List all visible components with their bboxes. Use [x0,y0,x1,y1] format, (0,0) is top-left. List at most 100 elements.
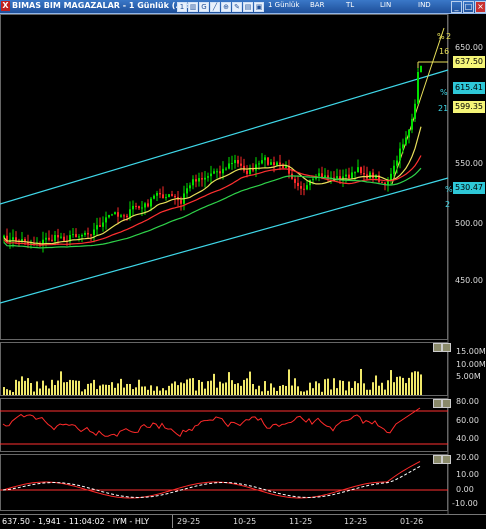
macd-pane-button-1[interactable] [433,455,442,464]
candle-body [354,172,356,174]
volume-bar [162,388,164,395]
candle-body [321,173,323,178]
chart-type-icon[interactable]: ▥ [188,2,198,12]
macd-tick-10: 10.00 [456,470,479,479]
ind-toggle[interactable]: IND [418,1,431,9]
pct-top-value: 2 [446,32,452,41]
candle-body [408,129,410,138]
volume-bar [285,385,287,395]
volume-bar [216,387,218,395]
volume-bar [252,384,254,395]
candle-body [105,217,107,223]
volume-bar [129,384,131,395]
candle-body [306,185,308,190]
mark-low-2: 2 [445,200,451,209]
candle-body [396,160,398,166]
candle-body [228,163,230,169]
volume-bar [39,388,41,395]
macd-pane-button-2[interactable] [442,455,451,464]
maximize-button[interactable]: □ [463,1,474,13]
candle-body [273,162,275,166]
volume-bar [417,371,419,395]
candle-body [129,209,131,218]
volume-bar [30,383,32,395]
volume-bar [270,383,272,395]
volume-bar [63,382,65,395]
save-icon[interactable]: ▣ [254,2,264,12]
volume-bar [315,381,317,395]
volume-bar [75,380,77,395]
volume-bar [327,378,329,395]
volume-pane-button-1[interactable] [433,343,442,352]
volume-bar [234,384,236,395]
candle-body [264,157,266,161]
candle-body [12,237,14,240]
candle-body [219,171,221,174]
volume-bar [243,379,245,395]
volume-bar [273,387,275,395]
volume-bar [60,371,62,395]
volume-bar [213,373,215,395]
close-button[interactable]: × [475,1,486,13]
volume-bar [291,385,293,395]
rsi-pane-button-2[interactable] [442,399,451,408]
volume-bar [366,389,368,395]
pct-mark-low: % [445,185,453,194]
chart-canvas[interactable] [0,14,486,514]
period-selector[interactable]: 1 Günlük [268,1,299,9]
candle-body [93,229,95,235]
volume-bar [312,388,314,395]
candle-body [75,234,77,238]
candle-body [156,193,158,196]
candle-body [153,195,155,199]
volume-bar [66,382,68,395]
period-icon[interactable]: 1 [177,2,187,12]
lin-toggle[interactable]: LIN [380,1,391,9]
volume-pane-button-2[interactable] [442,343,451,352]
channel-price-label: 615.41 [453,82,485,94]
volume-bar [345,390,347,395]
volume-bar [114,387,116,395]
volume-bar [108,385,110,395]
minimize-button[interactable]: _ [451,1,462,13]
candle-body [279,162,281,165]
candle-body [207,176,209,178]
candle-body [168,194,170,198]
candle-body [132,205,134,210]
bar-toggle[interactable]: BAR [310,1,324,9]
tool-icon[interactable]: G [199,2,209,12]
candle-body [258,163,260,165]
candle-body [357,167,359,173]
settings-icon[interactable]: ✎ [232,2,242,12]
candle-body [402,144,404,149]
volume-bar [324,379,326,395]
candle-body [165,197,167,199]
rsi-pane-button-1[interactable] [433,399,442,408]
ma-price-label: 530.47 [453,182,485,194]
candle-body [48,237,50,240]
volume-bar [84,389,86,395]
status-bar: 637.50 - 1,941 - 11:04:02 - IYM - HLY 29… [0,514,486,529]
candle-body [345,174,347,177]
grid-icon[interactable]: ▤ [243,2,253,12]
zoom-icon[interactable]: ⊕ [221,2,231,12]
candle-body [324,175,326,178]
tl-toggle[interactable]: TL [346,1,354,9]
app-icon[interactable]: X [1,1,10,11]
volume-bar [222,383,224,395]
draw-icon[interactable]: ╱ [210,2,220,12]
date-label-1: 29-25 [177,517,201,526]
candle-body [231,163,233,165]
candle-body [102,222,104,227]
volume-bar [135,387,137,395]
volume-bar [21,376,23,395]
volume-bar [393,382,395,395]
volume-bar [9,390,11,395]
volume-bar [99,385,101,395]
candle-body [225,168,227,170]
volume-bar [240,385,242,395]
volume-bar [159,390,161,395]
volume-bar [78,380,80,395]
volume-bar [186,379,188,395]
volume-bar [102,384,104,395]
